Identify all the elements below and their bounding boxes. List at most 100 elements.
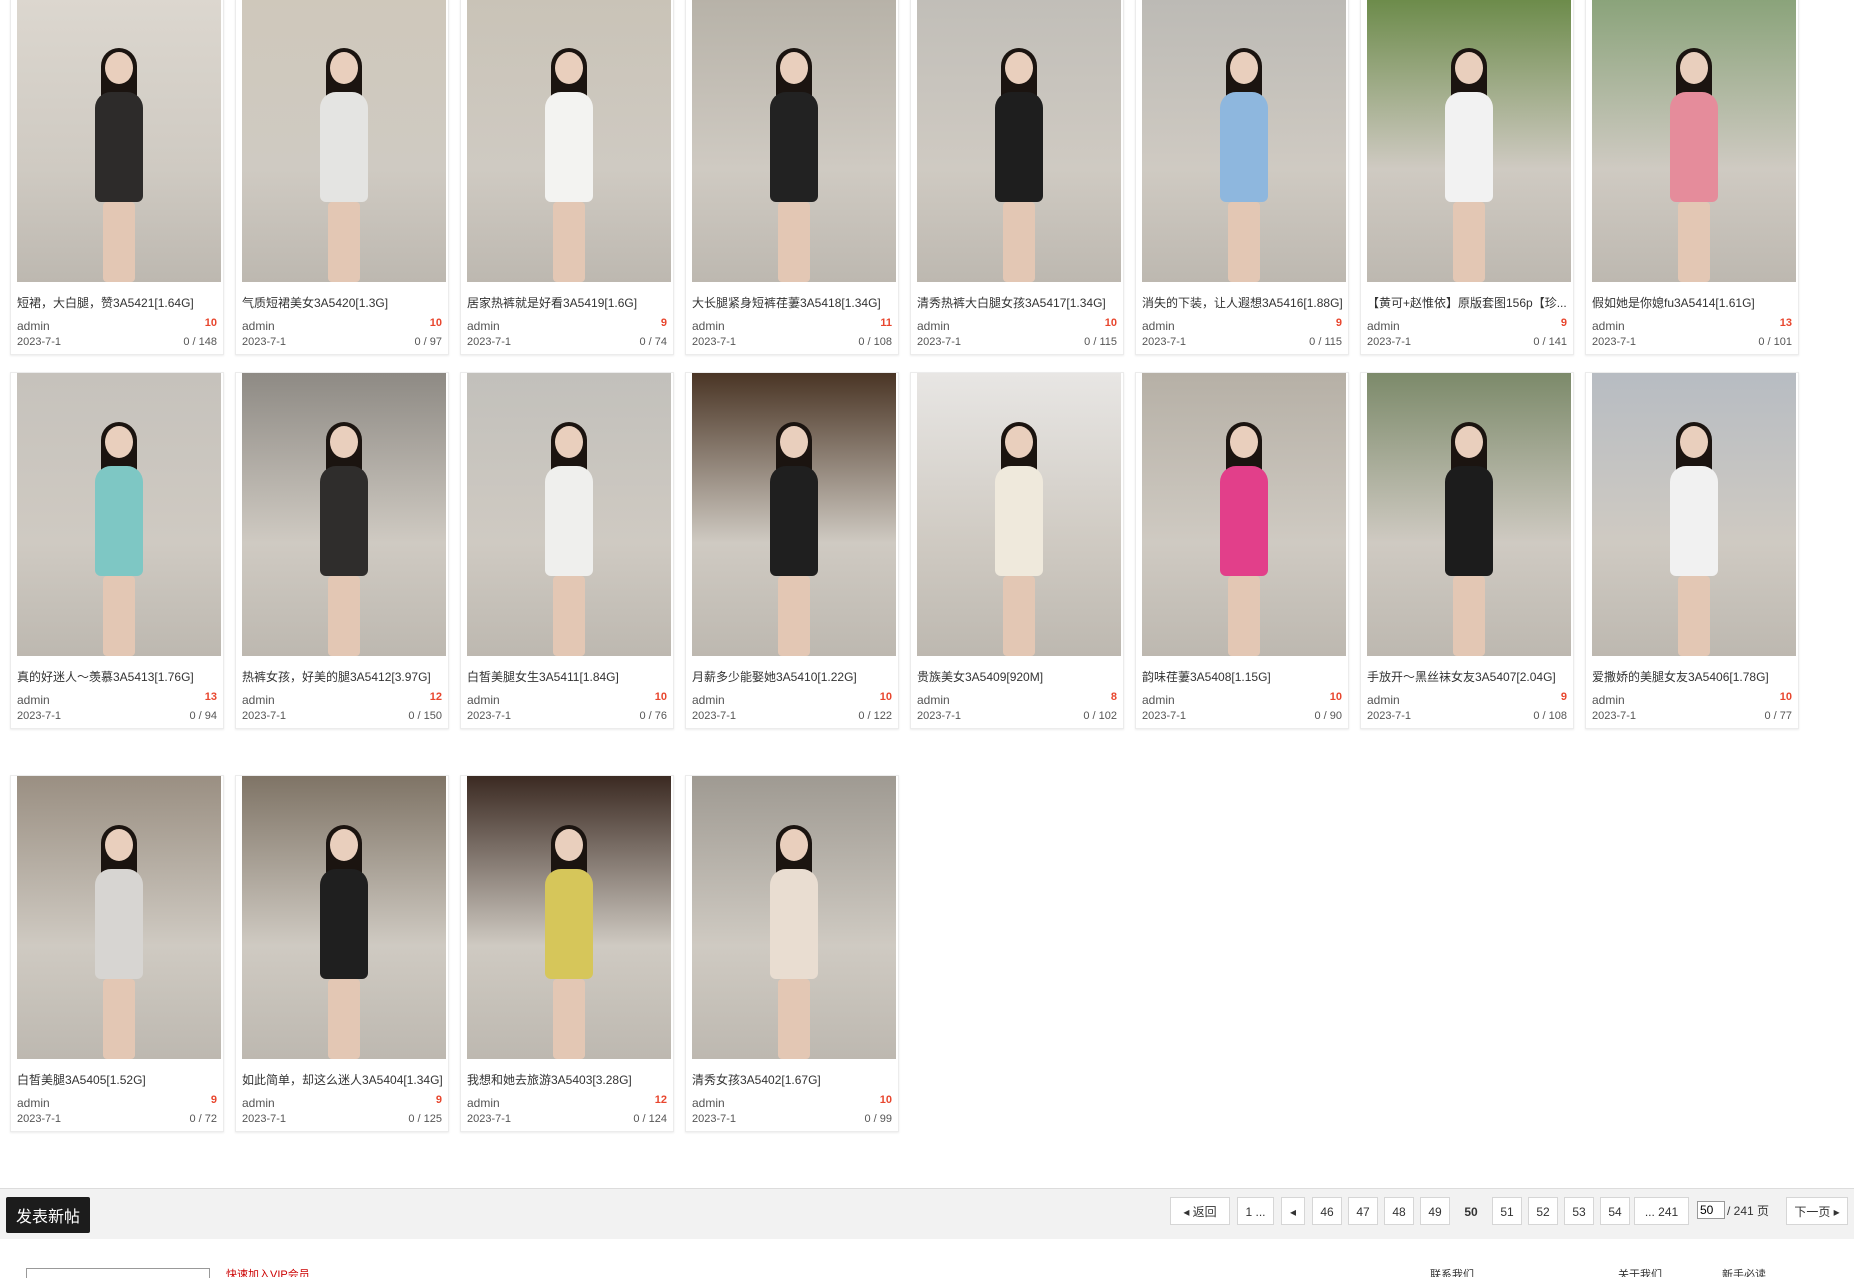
thread-thumbnail[interactable] bbox=[917, 373, 1121, 656]
thread-author[interactable]: admin bbox=[242, 319, 275, 333]
thread-author[interactable]: admin bbox=[1142, 693, 1175, 707]
page-number-button[interactable]: 47 bbox=[1348, 1197, 1378, 1225]
about-link[interactable]: 关于我们 bbox=[1618, 1266, 1662, 1277]
thread-title[interactable]: 大长腿紧身短裤荏萋3A5418[1.34G] bbox=[692, 294, 896, 311]
thread-thumbnail[interactable] bbox=[467, 776, 671, 1059]
page-number-button[interactable]: 52 bbox=[1528, 1197, 1558, 1225]
thread-thumbnail[interactable] bbox=[17, 0, 221, 282]
thread-card[interactable]: 月薪多少能娶她3A5410[1.22G] admin 10 2023-7-1 0 / 1… bbox=[685, 372, 899, 729]
prev-page-button[interactable]: ◂ bbox=[1281, 1197, 1305, 1225]
next-page-button[interactable]: 下一页 ▸ bbox=[1786, 1197, 1848, 1225]
thread-author[interactable]: admin bbox=[242, 1096, 275, 1110]
thread-thumbnail[interactable] bbox=[1592, 373, 1796, 656]
page-number-button[interactable]: 49 bbox=[1420, 1197, 1450, 1225]
thread-author[interactable]: admin bbox=[1367, 319, 1400, 333]
thread-card[interactable]: 气质短裙美女3A5420[1.3G] admin 10 2023-7-1 0 / 97 bbox=[235, 0, 449, 355]
thread-thumbnail[interactable] bbox=[692, 373, 896, 656]
thread-author[interactable]: admin bbox=[692, 319, 725, 333]
thread-title[interactable]: 清秀女孩3A5402[1.67G] bbox=[692, 1071, 896, 1088]
thread-title[interactable]: 贵族美女3A5409[920M] bbox=[917, 668, 1121, 685]
vip-notice-link[interactable]: 快速加入VIP会员 bbox=[226, 1266, 310, 1277]
thread-author[interactable]: admin bbox=[17, 1096, 50, 1110]
thread-thumbnail[interactable] bbox=[692, 0, 896, 282]
thread-title[interactable]: 热裤女孩，好美的腿3A5412[3.97G] bbox=[242, 668, 446, 685]
thread-card[interactable]: 我想和她去旅游3A5403[3.28G] admin 12 2023-7-1 0 / 1… bbox=[460, 775, 674, 1132]
thread-title[interactable]: 短裙，大白腿，赞3A5421[1.64G] bbox=[17, 294, 221, 311]
page-number-button[interactable]: 46 bbox=[1312, 1197, 1342, 1225]
thread-title[interactable]: 白皙美腿3A5405[1.52G] bbox=[17, 1071, 221, 1088]
thread-thumbnail[interactable] bbox=[1142, 0, 1346, 282]
thread-card[interactable]: 爱撒娇的美腿女友3A5406[1.78G] admin 10 2023-7-1 0 / … bbox=[1585, 372, 1799, 729]
thread-author[interactable]: admin bbox=[17, 319, 50, 333]
thread-title[interactable]: 假如她是你媳fu3A5414[1.61G] bbox=[1592, 294, 1796, 311]
thread-card[interactable]: 短裙，大白腿，赞3A5421[1.64G] admin 10 2023-7-1 0 / … bbox=[10, 0, 224, 355]
thread-thumbnail[interactable] bbox=[242, 776, 446, 1059]
thread-author[interactable]: admin bbox=[467, 693, 500, 707]
thread-author[interactable]: admin bbox=[1592, 319, 1625, 333]
thread-thumbnail[interactable] bbox=[1367, 0, 1571, 282]
thread-card[interactable]: 清秀热裤大白腿女孩3A5417[1.34G] admin 10 2023-7-1 0 /… bbox=[910, 0, 1124, 355]
page-number-button[interactable]: 53 bbox=[1564, 1197, 1594, 1225]
thread-title[interactable]: 手放开～黑丝袜女友3A5407[2.04G] bbox=[1367, 668, 1571, 685]
thread-thumbnail[interactable] bbox=[1142, 373, 1346, 656]
thread-thumbnail[interactable] bbox=[1367, 373, 1571, 656]
thread-card[interactable]: 假如她是你媳fu3A5414[1.61G] admin 13 2023-7-1 0 / … bbox=[1585, 0, 1799, 355]
thread-thumbnail[interactable] bbox=[242, 0, 446, 282]
thread-author[interactable]: admin bbox=[242, 693, 275, 707]
thread-card[interactable]: 韵味荏萋3A5408[1.15G] admin 10 2023-7-1 0 / 90 bbox=[1135, 372, 1349, 729]
thread-thumbnail[interactable] bbox=[917, 0, 1121, 282]
thread-author[interactable]: admin bbox=[467, 1096, 500, 1110]
thread-card[interactable]: 清秀女孩3A5402[1.67G] admin 10 2023-7-1 0 / 99 bbox=[685, 775, 899, 1132]
thread-thumbnail[interactable] bbox=[467, 373, 671, 656]
thread-author[interactable]: admin bbox=[692, 693, 725, 707]
thread-card[interactable]: 消失的下装，让人遐想3A5416[1.88G] admin 9 2023-7-1 0 /… bbox=[1135, 0, 1349, 355]
page-number-button[interactable]: 48 bbox=[1384, 1197, 1414, 1225]
thread-card[interactable]: 居家热裤就是好看3A5419[1.6G] admin 9 2023-7-1 0 / 74 bbox=[460, 0, 674, 355]
thread-title[interactable]: 【黄可+赵惟依】原版套图156p【珍... bbox=[1367, 294, 1571, 311]
page-number-button[interactable]: 51 bbox=[1492, 1197, 1522, 1225]
thread-thumbnail[interactable] bbox=[692, 776, 896, 1059]
page-jump-input[interactable] bbox=[1697, 1201, 1725, 1219]
guide-link[interactable]: 新手必读 bbox=[1722, 1266, 1766, 1277]
thread-title[interactable]: 我想和她去旅游3A5403[3.28G] bbox=[467, 1071, 671, 1088]
thread-thumbnail[interactable] bbox=[467, 0, 671, 282]
thread-card[interactable]: 白皙美腿女生3A5411[1.84G] admin 10 2023-7-1 0 / 76 bbox=[460, 372, 674, 729]
thread-author[interactable]: admin bbox=[1367, 693, 1400, 707]
thread-author[interactable]: admin bbox=[917, 319, 950, 333]
thread-card[interactable]: 真的好迷人～羡慕3A5413[1.76G] admin 13 2023-7-1 0 / … bbox=[10, 372, 224, 729]
thread-title[interactable]: 消失的下装，让人遐想3A5416[1.88G] bbox=[1142, 294, 1346, 311]
thread-author[interactable]: admin bbox=[1142, 319, 1175, 333]
page-last[interactable]: ... 241 bbox=[1634, 1197, 1689, 1225]
page-number-button[interactable]: 54 bbox=[1600, 1197, 1630, 1225]
thread-card[interactable]: 白皙美腿3A5405[1.52G] admin 9 2023-7-1 0 / 72 bbox=[10, 775, 224, 1132]
thread-card[interactable]: 【黄可+赵惟依】原版套图156p【珍... admin 9 2023-7-1 0 / 1… bbox=[1360, 0, 1574, 355]
page-number-button[interactable]: 50 bbox=[1456, 1197, 1486, 1225]
thread-author[interactable]: admin bbox=[1592, 693, 1625, 707]
thread-title[interactable]: 韵味荏萋3A5408[1.15G] bbox=[1142, 668, 1346, 685]
thread-card[interactable]: 如此简单，却这么迷人3A5404[1.34G] admin 9 2023-7-1 0 /… bbox=[235, 775, 449, 1132]
thread-author[interactable]: admin bbox=[17, 693, 50, 707]
back-button[interactable]: ◂ 返回 bbox=[1170, 1197, 1230, 1225]
thread-title[interactable]: 清秀热裤大白腿女孩3A5417[1.34G] bbox=[917, 294, 1121, 311]
thread-title[interactable]: 白皙美腿女生3A5411[1.84G] bbox=[467, 668, 671, 685]
thread-title[interactable]: 如此简单，却这么迷人3A5404[1.34G] bbox=[242, 1071, 446, 1088]
thread-card[interactable]: 热裤女孩，好美的腿3A5412[3.97G] admin 12 2023-7-1 0 /… bbox=[235, 372, 449, 729]
thread-card[interactable]: 大长腿紧身短裤荏萋3A5418[1.34G] admin 11 2023-7-1 0 /… bbox=[685, 0, 899, 355]
thread-author[interactable]: admin bbox=[917, 693, 950, 707]
thread-author[interactable]: admin bbox=[692, 1096, 725, 1110]
thread-title[interactable]: 居家热裤就是好看3A5419[1.6G] bbox=[467, 294, 671, 311]
thread-thumbnail[interactable] bbox=[242, 373, 446, 656]
thread-card[interactable]: 贵族美女3A5409[920M] admin 8 2023-7-1 0 / 102 bbox=[910, 372, 1124, 729]
thread-card[interactable]: 手放开～黑丝袜女友3A5407[2.04G] admin 9 2023-7-1 0 / … bbox=[1360, 372, 1574, 729]
thread-author[interactable]: admin bbox=[467, 319, 500, 333]
contact-link[interactable]: 联系我们 bbox=[1430, 1266, 1474, 1277]
page-first[interactable]: 1 ... bbox=[1237, 1197, 1274, 1225]
new-post-button[interactable]: 发表新帖 bbox=[6, 1197, 91, 1233]
thread-title[interactable]: 真的好迷人～羡慕3A5413[1.76G] bbox=[17, 668, 221, 685]
thread-title[interactable]: 月薪多少能娶她3A5410[1.22G] bbox=[692, 668, 896, 685]
thread-thumbnail[interactable] bbox=[17, 373, 221, 656]
thread-thumbnail[interactable] bbox=[1592, 0, 1796, 282]
thread-thumbnail[interactable] bbox=[17, 776, 221, 1059]
thread-title[interactable]: 爱撒娇的美腿女友3A5406[1.78G] bbox=[1592, 668, 1796, 685]
thread-title[interactable]: 气质短裙美女3A5420[1.3G] bbox=[242, 294, 446, 311]
